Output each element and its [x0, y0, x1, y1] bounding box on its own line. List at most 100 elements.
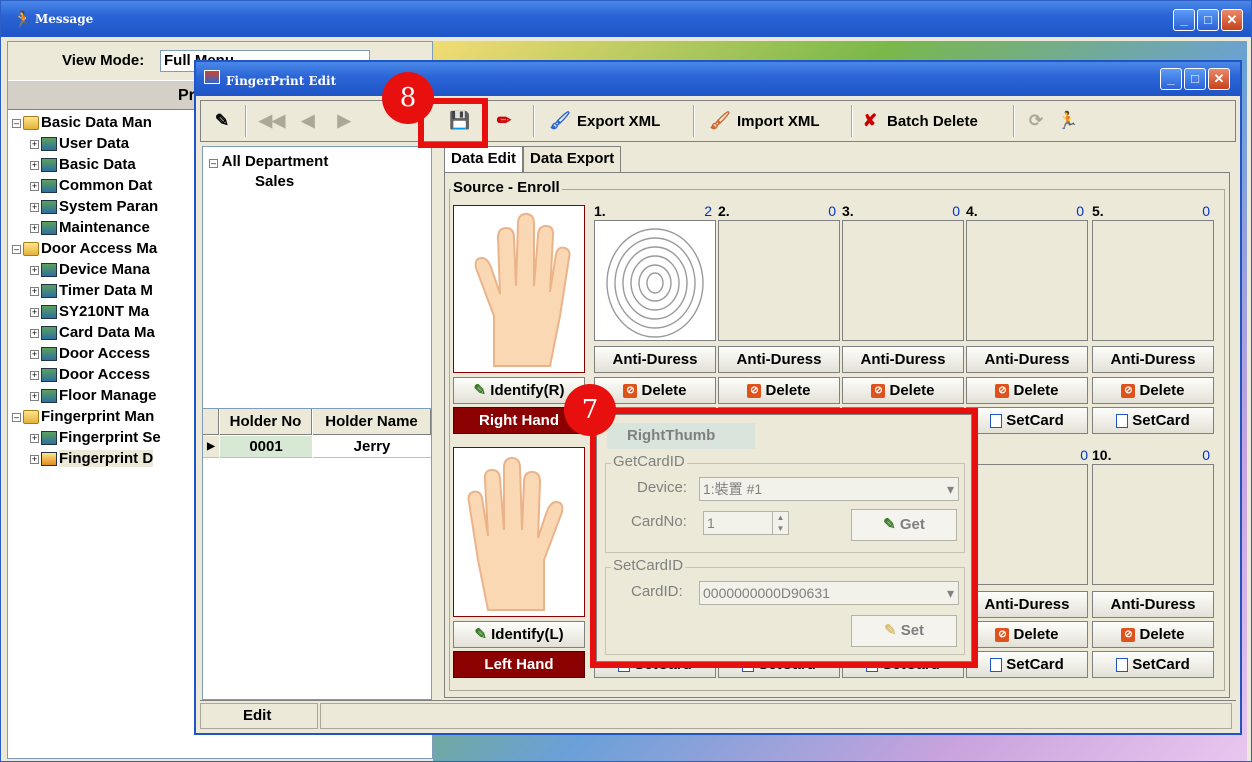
import-icon: 🖌 — [709, 111, 731, 130]
tree-item-label: Fingerprint D — [59, 450, 154, 467]
col-holder-name[interactable]: Holder Name — [313, 409, 431, 435]
fingerprint-image[interactable] — [966, 464, 1088, 585]
anti-duress-button[interactable]: Anti-Duress — [966, 591, 1088, 618]
tree-item[interactable]: + Door Access — [12, 343, 212, 364]
delete-button[interactable]: ⊘Delete — [718, 377, 840, 404]
tree-item-label: SY210NT Ma — [59, 303, 150, 320]
col-holder-no[interactable]: Holder No — [220, 409, 312, 435]
fingerprint-image[interactable] — [966, 220, 1088, 341]
tab-data-edit[interactable]: Data Edit — [444, 146, 524, 172]
close-icon[interactable]: ✕ — [1208, 68, 1230, 90]
table-row[interactable]: Jerry — [313, 436, 431, 458]
tree-item[interactable]: + Common Dat — [12, 175, 212, 196]
export-xml-button[interactable]: 🖌 Export XML — [549, 101, 660, 141]
previous-record-icon[interactable]: ◀ — [297, 110, 319, 132]
tree-item[interactable]: + Door Access — [12, 364, 212, 385]
tree-item-all-department[interactable]: – All Department — [209, 153, 328, 170]
anti-duress-button[interactable]: Anti-Duress — [966, 346, 1088, 373]
table-icon — [41, 389, 57, 404]
expand-icon[interactable]: + — [30, 139, 39, 149]
delete-button[interactable]: ⊘Delete — [842, 377, 964, 404]
setcard-button[interactable]: SetCard — [966, 407, 1088, 434]
setcard-button[interactable]: SetCard — [966, 651, 1088, 678]
expand-icon[interactable]: + — [30, 223, 39, 233]
status-mode: Edit — [200, 703, 318, 729]
setcard-button[interactable]: SetCard — [1092, 407, 1214, 434]
exit-person-icon[interactable]: 🏃 — [1057, 110, 1079, 132]
expand-icon[interactable]: + — [30, 349, 39, 359]
slot-number: 1. — [594, 203, 606, 219]
expand-icon[interactable]: + — [30, 433, 39, 443]
tree-item-sales[interactable]: Sales — [255, 173, 294, 190]
collapse-icon[interactable]: – — [12, 412, 21, 422]
collapse-icon[interactable]: – — [12, 244, 21, 254]
fingerprint-image[interactable] — [594, 220, 716, 341]
import-xml-button[interactable]: 🖌 Import XML — [709, 101, 819, 141]
fingerprint-title-bar[interactable]: FingerPrint Edit _ □ ✕ — [196, 62, 1240, 96]
left-hand-button[interactable]: Left Hand — [453, 651, 585, 678]
tree-item[interactable]: + System Paran — [12, 196, 212, 217]
batch-delete-button[interactable]: ✘ Batch Delete — [859, 101, 978, 141]
expand-icon[interactable]: + — [30, 160, 39, 170]
tree-item[interactable]: + Timer Data M — [12, 280, 212, 301]
maximize-icon[interactable]: □ — [1184, 68, 1206, 90]
delete-button[interactable]: ⊘Delete — [1092, 621, 1214, 648]
expand-icon[interactable]: + — [30, 454, 39, 464]
setcard-button[interactable]: SetCard — [1092, 651, 1214, 678]
anti-duress-button[interactable]: Anti-Duress — [1092, 346, 1214, 373]
tree-item[interactable]: + Fingerprint Se — [12, 427, 212, 448]
maximize-icon[interactable]: □ — [1197, 9, 1219, 31]
next-record-icon[interactable]: ▶ — [333, 110, 355, 132]
tree-item[interactable]: – Basic Data Man — [12, 112, 212, 133]
identify-left-button[interactable]: ✎ Identify(L) — [453, 621, 585, 648]
tree-item[interactable]: + Card Data Ma — [12, 322, 212, 343]
right-hand-image[interactable] — [453, 205, 585, 373]
row-selector-icon[interactable]: ▶ — [203, 436, 219, 458]
fingerprint-image[interactable] — [1092, 220, 1214, 341]
holder-grid: Holder No Holder Name ▶ 0001 Jerry — [202, 408, 432, 700]
delete-label: Delete — [1139, 626, 1185, 643]
expand-icon[interactable]: + — [30, 181, 39, 191]
anti-duress-button[interactable]: Anti-Duress — [718, 346, 840, 373]
anti-duress-button[interactable]: Anti-Duress — [842, 346, 964, 373]
expand-icon[interactable]: + — [30, 391, 39, 401]
delete-button[interactable]: ⊘Delete — [1092, 377, 1214, 404]
pencil-icon[interactable]: ✏ — [493, 110, 515, 132]
delete-button[interactable]: ⊘Delete — [966, 377, 1088, 404]
tree-item[interactable]: + Maintenance — [12, 217, 212, 238]
delete-button[interactable]: ⊘Delete — [966, 621, 1088, 648]
tree-item[interactable]: + Device Mana — [12, 259, 212, 280]
expand-icon[interactable]: + — [30, 286, 39, 296]
refresh-icon[interactable]: ⟳ — [1025, 110, 1047, 132]
tree-item[interactable]: – Door Access Ma — [12, 238, 212, 259]
expand-icon[interactable]: + — [30, 307, 39, 317]
tree-item-label: Fingerprint Se — [59, 429, 161, 446]
expand-icon[interactable]: + — [30, 202, 39, 212]
tab-data-export[interactable]: Data Export — [523, 146, 622, 172]
expand-icon[interactable]: + — [30, 370, 39, 380]
expand-icon[interactable]: + — [30, 265, 39, 275]
tree-item[interactable]: + SY210NT Ma — [12, 301, 212, 322]
minimize-icon[interactable]: _ — [1160, 68, 1182, 90]
first-record-icon[interactable]: ◀◀ — [259, 110, 285, 132]
tree-item[interactable]: + Floor Manage — [12, 385, 212, 406]
collapse-icon[interactable]: – — [12, 118, 21, 128]
minimize-icon[interactable]: _ — [1173, 9, 1195, 31]
anti-duress-button[interactable]: Anti-Duress — [594, 346, 716, 373]
table-row[interactable]: 0001 — [220, 436, 312, 458]
anti-duress-button[interactable]: Anti-Duress — [1092, 591, 1214, 618]
left-hand-image[interactable] — [453, 447, 585, 617]
edit-note-icon[interactable]: ✎ — [211, 110, 233, 132]
fingerprint-image[interactable] — [718, 220, 840, 341]
tree-item[interactable]: + User Data — [12, 133, 212, 154]
fingerprint-image[interactable] — [842, 220, 964, 341]
fingerprint-image[interactable] — [1092, 464, 1214, 585]
toolbar: ✎ ◀◀ ◀ ▶ 💾 ✏ 🖌 Export XML 🖌 Import XML ✘… — [200, 100, 1236, 142]
expand-icon[interactable]: + — [30, 328, 39, 338]
tree-item[interactable]: – Fingerprint Man — [12, 406, 212, 427]
delete-label: Delete — [765, 382, 811, 399]
close-icon[interactable]: ✕ — [1221, 9, 1243, 31]
tree-item[interactable]: + Fingerprint D — [12, 448, 212, 469]
message-title-bar[interactable]: 🏃 Message _ □ ✕ — [1, 1, 1251, 37]
tree-item[interactable]: + Basic Data — [12, 154, 212, 175]
